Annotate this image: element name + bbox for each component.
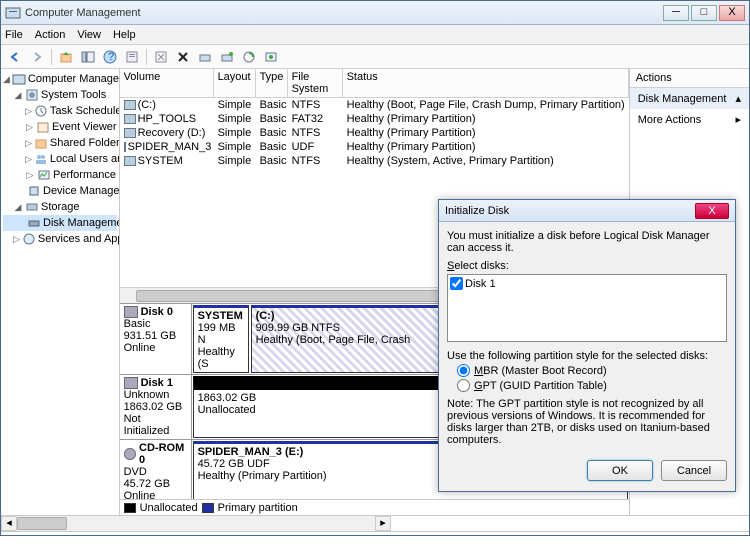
window-title: Computer Management (25, 7, 661, 19)
actions-header: Actions (630, 69, 749, 88)
toolbar-icon-3[interactable] (239, 47, 259, 67)
collapse-icon: ▴ (735, 92, 741, 105)
toolbar: ? (1, 45, 749, 69)
disk-icon (124, 306, 138, 318)
volume-row[interactable]: SPIDER_MAN_3 (E:)SimpleBasicUDFHealthy (… (120, 140, 629, 154)
tree-system-tools[interactable]: ◢System Tools (3, 87, 117, 103)
forward-button[interactable] (27, 47, 47, 67)
tree-local-users[interactable]: ▷Local Users and Groups (3, 151, 117, 167)
menu-help[interactable]: Help (113, 29, 136, 41)
chevron-right-icon: ▸ (735, 113, 741, 126)
tree-root[interactable]: ◢Computer Management (Local (3, 71, 117, 87)
dialog-message: You must initialize a disk before Logica… (447, 230, 727, 254)
actions-disk-management[interactable]: Disk Management▴ (630, 88, 749, 109)
volume-icon (124, 142, 126, 152)
col-status[interactable]: Status (343, 69, 629, 97)
disk-icon (124, 377, 138, 389)
legend: Unallocated Primary partition (120, 499, 629, 515)
show-hide-tree-button[interactable] (78, 47, 98, 67)
cancel-button[interactable]: Cancel (661, 460, 727, 481)
volume-row[interactable]: HP_TOOLSSimpleBasicFAT32Healthy (Primary… (120, 112, 629, 126)
toolbar-icon-2[interactable] (217, 47, 237, 67)
refresh-button[interactable] (151, 47, 171, 67)
radio-gpt[interactable]: GPT (GUID Partition Table) (457, 379, 727, 392)
tree-performance[interactable]: ▷Performance (3, 167, 117, 183)
col-layout[interactable]: Layout (214, 69, 256, 97)
svg-text:?: ? (108, 51, 114, 63)
menubar: File Action View Help (1, 25, 749, 45)
toolbar-icon-4[interactable] (261, 47, 281, 67)
disk-list[interactable]: Disk 1 (447, 274, 727, 342)
tree-storage[interactable]: ◢Storage (3, 199, 117, 215)
status-bar (1, 531, 749, 549)
toolbar-icon-1[interactable] (195, 47, 215, 67)
col-volume[interactable]: Volume (120, 69, 214, 97)
tree-services[interactable]: ▷Services and Applications (3, 231, 117, 247)
volume-icon (124, 156, 136, 166)
volume-row[interactable]: Recovery (D:)SimpleBasicNTFSHealthy (Pri… (120, 126, 629, 140)
initialize-disk-dialog: Initialize Disk X You must initialize a … (438, 199, 736, 492)
partition-style-label: Use the following partition style for th… (447, 350, 727, 362)
tree-task-scheduler[interactable]: ▷Task Scheduler (3, 103, 117, 119)
minimize-button[interactable]: ─ (663, 5, 689, 21)
dialog-note: Note: The GPT partition style is not rec… (447, 398, 727, 446)
volume-row[interactable]: (C:)SimpleBasicNTFSHealthy (Boot, Page F… (120, 98, 629, 112)
ok-button[interactable]: OK (587, 460, 653, 481)
delete-icon[interactable] (173, 47, 193, 67)
window-titlebar: Computer Management ─ □ X (1, 1, 749, 25)
dialog-close-button[interactable]: X (695, 203, 729, 219)
back-button[interactable] (5, 47, 25, 67)
col-fs[interactable]: File System (288, 69, 343, 97)
dialog-title: Initialize Disk (445, 205, 695, 217)
tree-scrollbar[interactable]: ◂▸ (1, 515, 749, 531)
close-button[interactable]: X (719, 5, 745, 21)
menu-action[interactable]: Action (35, 29, 66, 41)
maximize-button[interactable]: □ (691, 5, 717, 21)
radio-mbr[interactable]: MBR (Master Boot Record) (457, 364, 727, 377)
up-button[interactable] (56, 47, 76, 67)
tree-disk-management[interactable]: Disk Management (3, 215, 117, 231)
help-button[interactable]: ? (100, 47, 120, 67)
menu-file[interactable]: File (5, 29, 23, 41)
menu-view[interactable]: View (77, 29, 101, 41)
actions-more[interactable]: More Actions▸ (630, 109, 749, 130)
select-disks-label: Select disks: (447, 260, 727, 272)
properties-button[interactable] (122, 47, 142, 67)
volume-icon (124, 128, 136, 138)
disk-checkbox-1[interactable]: Disk 1 (450, 277, 724, 290)
cdrom-icon (124, 448, 136, 460)
tree-pane: ◢Computer Management (Local ◢System Tool… (1, 69, 120, 515)
tree-device-manager[interactable]: Device Manager (3, 183, 117, 199)
volume-header: Volume Layout Type File System Status (120, 69, 629, 98)
volume-icon (124, 114, 136, 124)
tree-shared-folders[interactable]: ▷Shared Folders (3, 135, 117, 151)
app-icon (5, 5, 21, 21)
col-type[interactable]: Type (256, 69, 288, 97)
volume-row[interactable]: SYSTEMSimpleBasicNTFSHealthy (System, Ac… (120, 154, 629, 168)
partition-system[interactable]: SYSTEM199 MB NHealthy (S (193, 305, 249, 373)
tree-event-viewer[interactable]: ▷Event Viewer (3, 119, 117, 135)
volume-icon (124, 100, 136, 110)
